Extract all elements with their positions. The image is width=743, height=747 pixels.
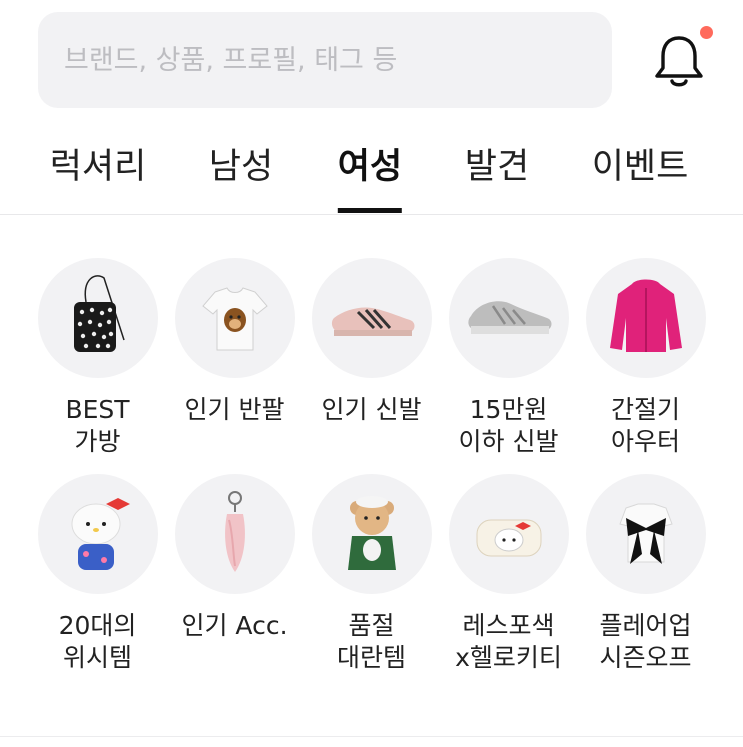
jacket-icon xyxy=(609,279,682,352)
category-item[interactable]: BEST 가방 xyxy=(29,258,166,458)
category-item[interactable]: 레스포색 x헬로키티 xyxy=(440,474,577,674)
category-label: 인기 반팔 xyxy=(184,395,285,424)
notification-badge xyxy=(700,26,713,39)
search-input[interactable] xyxy=(38,12,612,108)
category-label: BEST 가방 xyxy=(65,395,130,456)
category-item[interactable]: 인기 반팔 xyxy=(166,258,303,426)
category-label: 품절 대란템 xyxy=(336,611,406,672)
category-thumb xyxy=(174,258,295,378)
category-label: 15만원 이하 신발 xyxy=(458,395,559,456)
category-label: 20대의 위시템 xyxy=(58,611,137,672)
category-thumb xyxy=(174,474,295,594)
top-icon xyxy=(618,503,673,564)
bell-icon[interactable] xyxy=(651,32,707,90)
category-label: 플레어업 시즌오프 xyxy=(599,611,692,672)
tab-event[interactable]: 이벤트 xyxy=(592,138,689,214)
category-item[interactable]: 인기 신발 xyxy=(303,258,440,426)
tab-women[interactable]: 여성 xyxy=(337,138,403,214)
category-item[interactable]: 품절 대란템 xyxy=(303,474,440,674)
category-thumb xyxy=(585,474,706,594)
bag-icon xyxy=(73,275,125,352)
category-tabs: 럭셔리 남성 여성 발견 이벤트 xyxy=(0,138,743,215)
teddy-bear-icon xyxy=(347,496,396,570)
category-thumb xyxy=(585,258,706,378)
sneaker-icon xyxy=(331,307,414,336)
phone-case-icon xyxy=(71,498,130,570)
running-shoe-icon xyxy=(467,301,551,334)
category-thumb xyxy=(448,258,569,378)
category-label: 레스포색 x헬로키티 xyxy=(455,611,562,672)
category-item[interactable]: 간절기 아우터 xyxy=(577,258,714,458)
category-thumb xyxy=(311,258,432,378)
category-item[interactable]: 15만원 이하 신발 xyxy=(440,258,577,458)
category-label: 인기 신발 xyxy=(321,395,422,424)
category-thumb xyxy=(37,474,158,594)
tshirt-icon xyxy=(201,287,268,351)
search-bar[interactable] xyxy=(38,12,612,108)
category-label: 간절기 아우터 xyxy=(610,395,680,456)
category-item[interactable]: 인기 Acc. xyxy=(166,474,303,642)
tab-men[interactable]: 남성 xyxy=(209,138,273,214)
category-label: 인기 Acc. xyxy=(181,611,288,640)
category-thumb xyxy=(37,258,158,378)
divider xyxy=(0,736,743,737)
pouch-icon xyxy=(476,519,541,557)
category-item[interactable]: 20대의 위시템 xyxy=(29,474,166,674)
category-item[interactable]: 플레어업 시즌오프 xyxy=(577,474,714,674)
category-thumb xyxy=(448,474,569,594)
category-thumb xyxy=(311,474,432,594)
tab-discover[interactable]: 발견 xyxy=(465,138,529,214)
tab-luxury[interactable]: 럭셔리 xyxy=(50,138,147,214)
keyring-icon xyxy=(224,491,245,572)
